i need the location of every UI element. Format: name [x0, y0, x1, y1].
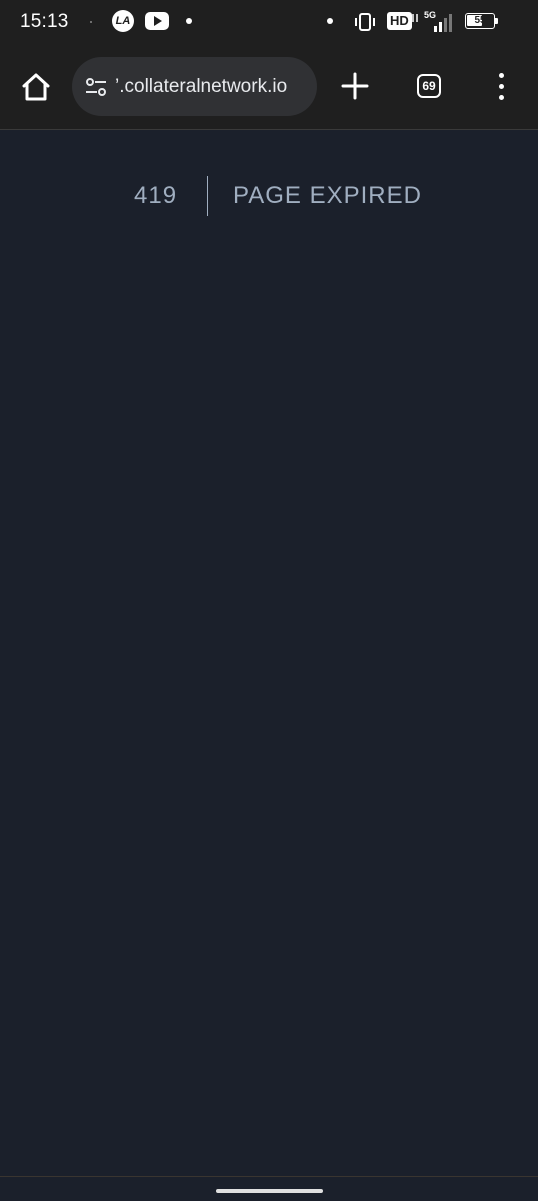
site-settings-icon[interactable]	[84, 75, 108, 99]
toolbar-divider	[0, 129, 538, 130]
network-type-label: 5G	[424, 10, 437, 20]
error-divider	[207, 176, 208, 216]
notification-dot-icon	[186, 18, 192, 24]
vibrate-icon	[355, 13, 375, 31]
status-dot-icon	[327, 18, 333, 24]
home-icon[interactable]	[18, 69, 54, 105]
error-message-block: 419 PAGE EXPIRED	[0, 174, 538, 218]
battery-tip	[495, 18, 498, 24]
tab-switcher-icon[interactable]: 69	[417, 74, 441, 98]
address-bar[interactable]: ’.collateralnetwork.io	[72, 57, 317, 116]
youtube-icon	[145, 12, 169, 30]
url-text[interactable]: ’.collateralnetwork.io	[115, 76, 287, 98]
gesture-handle[interactable]	[216, 1189, 323, 1193]
system-navigation-bar	[0, 1176, 538, 1201]
status-time: 15:13	[20, 11, 69, 32]
new-tab-icon[interactable]	[340, 71, 370, 101]
status-bar: 15:13 LA HD 5G 55	[0, 0, 538, 44]
error-code: 419	[134, 182, 178, 209]
browser-toolbar: ’.collateralnetwork.io 69	[0, 44, 538, 129]
la-app-icon: LA	[112, 10, 134, 32]
battery-level: 55	[474, 15, 486, 26]
hd-voice-icon: HD	[387, 12, 412, 30]
small-dot-icon	[90, 21, 92, 23]
error-message: PAGE EXPIRED	[233, 182, 422, 209]
overflow-menu-icon[interactable]	[492, 72, 512, 102]
